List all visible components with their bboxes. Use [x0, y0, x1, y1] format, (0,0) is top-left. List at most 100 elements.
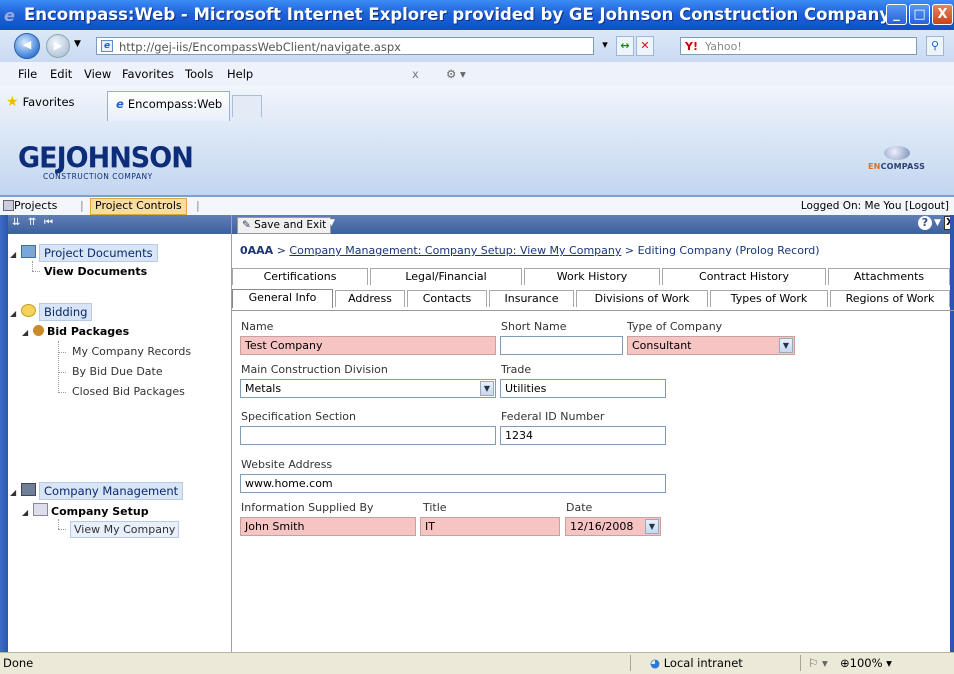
calendar-dropdown-icon[interactable]: ▼ — [645, 519, 659, 534]
menu-help[interactable]: Help — [227, 67, 253, 81]
new-tab-button[interactable] — [232, 95, 262, 117]
maximize-button[interactable]: □ — [909, 4, 930, 25]
zoom-icon: ⊕ — [840, 656, 850, 670]
module-bar: Projects | Project Controls | Logged On:… — [0, 197, 954, 216]
collapse-all-icon[interactable]: ⇈ — [28, 217, 36, 228]
history-dropdown-icon[interactable]: ▼ — [74, 39, 81, 49]
short-name-field[interactable] — [500, 336, 623, 355]
forward-button[interactable]: ▶ — [46, 34, 70, 58]
address-bar[interactable]: e http://gej-iis/EncompassWebClient/navi… — [96, 37, 594, 55]
spec-section-label: Specification Section — [241, 410, 356, 423]
browser-tab[interactable]: e Encompass:Web — [107, 91, 230, 121]
save-dropdown-icon[interactable]: ▼ — [328, 218, 335, 228]
logo-main-text: GEJOHNSON — [18, 142, 194, 175]
tab-attachments[interactable]: Attachments — [828, 268, 950, 285]
federal-id-field[interactable]: 1234 — [500, 426, 666, 445]
help-icon[interactable]: ? — [918, 216, 932, 230]
type-of-company-select[interactable]: Consultant ▼ — [627, 336, 795, 355]
stop-icon[interactable]: ✕ — [636, 36, 654, 56]
spec-section-field[interactable] — [240, 426, 496, 445]
status-divider — [630, 655, 631, 671]
first-icon[interactable]: ⏮ — [44, 217, 53, 228]
zoom-control[interactable]: ⊕100% ▾ — [840, 656, 892, 670]
security-zone-label: Local intranet — [663, 656, 743, 670]
name-field[interactable]: Test Company — [240, 336, 496, 355]
menu-tools[interactable]: Tools — [185, 67, 213, 81]
tree-view-my-company[interactable]: View My Company — [70, 521, 180, 538]
title-field[interactable]: IT — [420, 517, 560, 536]
save-and-exit-label: Save and Exit — [254, 219, 327, 231]
tab-contract-history[interactable]: Contract History — [662, 268, 826, 285]
back-button[interactable]: ◀ — [14, 33, 40, 59]
projects-icon — [3, 200, 14, 211]
module-separator-2: | — [196, 199, 200, 212]
website-field[interactable]: www.home.com — [240, 474, 666, 493]
company-setup-icon — [33, 503, 48, 516]
expanded-arrow-icon: ◢ — [22, 508, 29, 517]
tree-bid-packages[interactable]: ◢ Bid Packages — [22, 325, 129, 338]
tree-view-documents[interactable]: View Documents — [44, 265, 147, 278]
tree-line — [58, 392, 66, 393]
supplied-by-field[interactable]: John Smith — [240, 517, 416, 536]
tab-general-info[interactable]: General Info — [232, 289, 333, 308]
translate-icon[interactable]: ⚙ ▾ — [446, 67, 466, 81]
tab-work-history[interactable]: Work History — [524, 268, 660, 285]
building-icon — [21, 483, 36, 496]
search-placeholder: Yahoo! — [705, 40, 742, 53]
date-picker[interactable]: 12/16/2008 ▼ — [565, 517, 661, 536]
breadcrumb-link[interactable]: Company Management: Company Setup: View … — [289, 244, 621, 257]
tree-closed-bid-packages[interactable]: Closed Bid Packages — [72, 385, 185, 398]
date-value: 12/16/2008 — [570, 520, 634, 533]
trade-field[interactable]: Utilities — [500, 379, 666, 398]
search-input[interactable]: Y! Yahoo! — [680, 37, 917, 55]
menu-favorites[interactable]: Favorites — [122, 67, 174, 81]
tree-my-company-records[interactable]: My Company Records — [72, 345, 191, 358]
tree-bidding[interactable]: ◢ Bidding — [10, 303, 93, 321]
main-division-select[interactable]: Metals ▼ — [240, 379, 496, 398]
address-url: http://gej-iis/EncompassWebClient/naviga… — [119, 40, 401, 54]
security-zone: ◕ Local intranet — [650, 656, 743, 670]
module-tab-projects[interactable]: Projects — [14, 199, 57, 212]
short-name-label: Short Name — [501, 320, 567, 333]
tab-address[interactable]: Address — [335, 290, 405, 307]
module-tab-project-controls[interactable]: Project Controls — [90, 198, 187, 215]
tab-certifications[interactable]: Certifications — [232, 268, 368, 285]
date-label: Date — [566, 501, 593, 514]
tree-company-setup[interactable]: ◢ Company Setup — [22, 503, 149, 518]
breadcrumb-root[interactable]: 0AAA — [240, 244, 273, 257]
expand-all-icon[interactable]: ⇊ — [12, 217, 20, 228]
folder-icon — [21, 245, 36, 258]
tree-company-management[interactable]: ◢ Company Management — [10, 482, 184, 500]
tab-insurance[interactable]: Insurance — [489, 290, 574, 307]
menu-view[interactable]: View — [84, 67, 111, 81]
protected-mode-icon[interactable]: ⚐ ▾ — [808, 656, 828, 670]
menu-edit[interactable]: Edit — [50, 67, 72, 81]
search-icon[interactable]: ⚲ — [926, 36, 944, 56]
tab-regions-of-work[interactable]: Regions of Work — [830, 290, 950, 307]
tab-legal-financial[interactable]: Legal/Financial — [370, 268, 522, 285]
expanded-arrow-icon: ◢ — [10, 309, 17, 318]
tab-divisions-of-work[interactable]: Divisions of Work — [576, 290, 708, 307]
close-button[interactable]: X — [932, 4, 953, 25]
tree-by-bid-due-date[interactable]: By Bid Due Date — [72, 365, 163, 378]
help-dropdown-icon[interactable]: ▼ — [934, 218, 941, 228]
refresh-icon[interactable]: ↔ — [616, 36, 634, 56]
tree-bid-packages-label: Bid Packages — [47, 325, 130, 338]
main-division-value: Metals — [245, 382, 282, 395]
favorites-button[interactable]: ★ Favorites — [6, 91, 75, 113]
status-text: Done — [3, 656, 34, 670]
tab-contacts[interactable]: Contacts — [407, 290, 487, 307]
logout-link[interactable]: [Logout] — [905, 200, 949, 212]
tab-types-of-work[interactable]: Types of Work — [710, 290, 828, 307]
close-toolbar-icon[interactable]: x — [412, 67, 419, 81]
breadcrumb-current: Editing Company (Prolog Record) — [637, 244, 820, 257]
tree-project-documents[interactable]: ◢ Project Documents — [10, 244, 158, 262]
minimize-button[interactable]: _ — [886, 4, 907, 25]
address-dropdown-icon[interactable]: ▾ — [596, 36, 614, 56]
intranet-icon: ◕ — [650, 656, 661, 670]
save-and-exit-button[interactable]: ✎ Save and Exit — [237, 217, 332, 234]
frame-left-edge — [0, 215, 8, 652]
tree-company-management-label: Company Management — [39, 482, 184, 500]
menu-file[interactable]: File — [18, 67, 37, 81]
status-divider — [800, 655, 801, 671]
